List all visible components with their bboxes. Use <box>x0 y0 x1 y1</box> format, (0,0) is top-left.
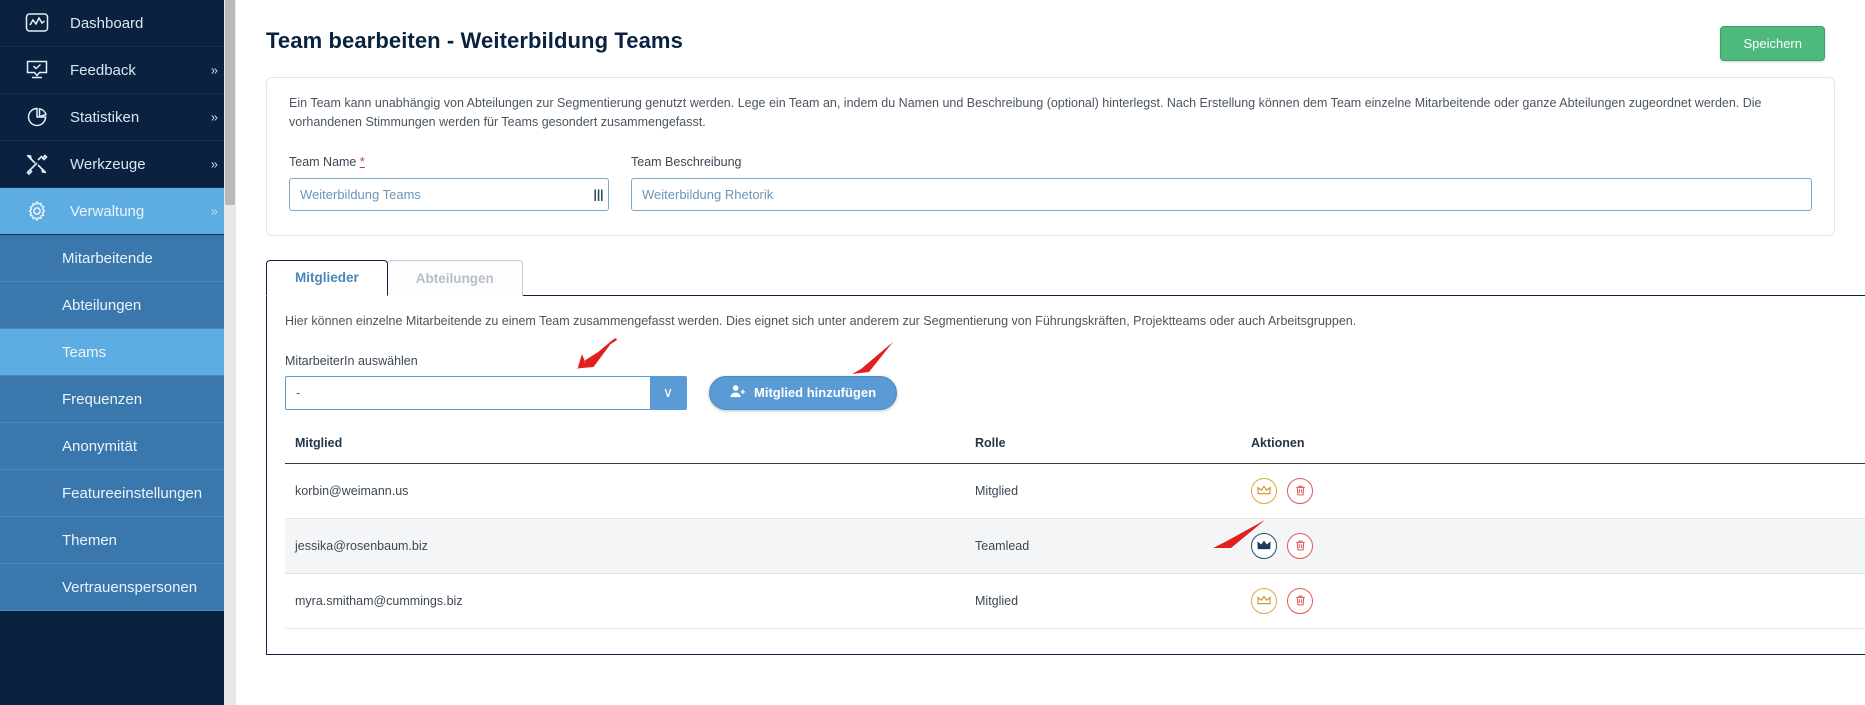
table-row: korbin@weimann.us Mitglied <box>285 463 1865 519</box>
cell-aktionen <box>1251 463 1865 519</box>
members-panel: Hier können einzelne Mitarbeitende zu ei… <box>266 294 1865 655</box>
sidebar-item-teams[interactable]: Teams <box>0 329 236 376</box>
sidebar-item-frequenzen[interactable]: Frequenzen <box>0 376 236 423</box>
sidebar-item-vertrauenspersonen[interactable]: Vertrauenspersonen <box>0 564 236 611</box>
row-actions <box>1251 532 1865 559</box>
sidebar-subitem-label: Frequenzen <box>62 390 143 408</box>
sidebar-item-themen[interactable]: Themen <box>0 517 236 564</box>
cell-aktionen <box>1251 518 1865 574</box>
column-header-rolle: Rolle <box>975 435 1251 464</box>
crown-icon[interactable] <box>1251 532 1277 559</box>
tab-mitglieder[interactable]: Mitglieder <box>266 259 388 296</box>
cell-rolle: Teamlead <box>975 518 1251 574</box>
member-select-value: - <box>296 385 301 401</box>
team-name-label-text: Team Name <box>289 154 357 169</box>
row-actions <box>1251 587 1865 614</box>
gear-icon <box>22 198 52 224</box>
scrollbar-thumb[interactable] <box>225 0 235 205</box>
team-description-value: Weiterbildung Rhetorik <box>642 186 774 202</box>
member-picker: MitarbeiterIn auswählen - ∨ <box>285 354 687 410</box>
sidebar-subitem-label: Abteilungen <box>62 296 142 314</box>
chevron-down-icon[interactable]: » <box>211 158 218 171</box>
members-table-head: Mitglied Rolle Aktionen <box>285 435 1865 464</box>
sidebar-item-label: Feedback <box>70 61 136 79</box>
table-header-row: Mitglied Rolle Aktionen <box>285 435 1865 464</box>
chevron-down-icon[interactable]: » <box>211 64 218 77</box>
table-row: jessika@rosenbaum.biz Teamlead <box>285 518 1865 574</box>
chevron-down-icon[interactable]: ∨ <box>650 376 686 409</box>
sidebar-item-mitarbeitende[interactable]: Mitarbeitende <box>0 235 236 282</box>
table-row: myra.smitham@cummings.biz Mitglied <box>285 573 1865 629</box>
sidebar-item-featureeinstellungen[interactable]: Featureeinstellungen <box>0 470 236 517</box>
sidebar-item-label: Werkzeuge <box>70 155 146 173</box>
crown-icon[interactable] <box>1251 477 1277 504</box>
sidebar-item-statistiken[interactable]: Statistiken » <box>0 94 236 141</box>
crown-icon[interactable] <box>1251 587 1277 614</box>
sidebar-subitem-label: Vertrauenspersonen <box>62 578 198 596</box>
member-picker-label: MitarbeiterIn auswählen <box>285 353 418 368</box>
trash-icon[interactable] <box>1287 477 1313 504</box>
sidebar-item-abteilungen[interactable]: Abteilungen <box>0 282 236 329</box>
sidebar-item-werkzeuge[interactable]: Werkzeuge » <box>0 141 236 188</box>
members-table-body: korbin@weimann.us Mitglied jessika@rosen… <box>285 463 1865 629</box>
team-fields: Team Name * Weiterbildung Teams ||| Team… <box>289 155 1812 211</box>
sidebar-subitem-label: Mitarbeitende <box>62 249 153 267</box>
members-panel-description: Hier können einzelne Mitarbeitende zu ei… <box>285 313 1357 328</box>
sidebar-item-dashboard[interactable]: Dashboard <box>0 0 236 47</box>
tab-bar: Mitglieder Abteilungen <box>266 259 1865 296</box>
column-header-aktionen: Aktionen <box>1251 435 1865 464</box>
cell-mitglied: myra.smitham@cummings.biz <box>285 573 975 629</box>
sidebar-subitem-label: Anonymität <box>62 437 138 455</box>
trash-icon[interactable] <box>1287 587 1313 614</box>
member-select[interactable]: - ∨ <box>285 375 687 410</box>
team-description-label: Team Beschreibung <box>631 154 742 169</box>
resize-grip-icon[interactable]: ||| <box>593 188 603 201</box>
sidebar-item-label: Dashboard <box>70 14 144 32</box>
chevron-down-icon[interactable]: » <box>211 111 218 124</box>
column-header-mitglied: Mitglied <box>285 435 975 464</box>
cell-rolle: Mitglied <box>975 573 1251 629</box>
sidebar: Dashboard Feedback » Statistiken » Werkz… <box>0 0 236 705</box>
team-description-input[interactable]: Weiterbildung Rhetorik <box>631 177 1812 211</box>
chevron-down-icon[interactable]: » <box>211 205 218 218</box>
sidebar-subitem-label: Featureeinstellungen <box>62 484 203 502</box>
team-name-input[interactable]: Weiterbildung Teams ||| <box>289 177 609 211</box>
team-info-card: Ein Team kann unabhängig von Abteilungen… <box>266 77 1835 236</box>
sidebar-scrollbar[interactable] <box>224 0 236 705</box>
sidebar-item-verwaltung[interactable]: Verwaltung » <box>0 188 236 235</box>
statistics-icon <box>22 104 52 130</box>
feedback-icon <box>22 57 52 83</box>
sidebar-item-label: Verwaltung <box>70 202 145 220</box>
tools-icon <box>22 151 52 177</box>
tab-abteilungen[interactable]: Abteilungen <box>386 259 523 296</box>
add-member-button[interactable]: Mitglied hinzufügen <box>709 375 898 410</box>
team-name-label: Team Name * <box>289 155 609 169</box>
member-picker-row: MitarbeiterIn auswählen - ∨ Mitglied hin… <box>285 354 1865 410</box>
team-name-field-group: Team Name * Weiterbildung Teams ||| <box>289 155 609 211</box>
row-actions <box>1251 477 1865 504</box>
add-member-button-label: Mitglied hinzufügen <box>754 385 877 401</box>
team-name-value: Weiterbildung Teams <box>300 186 421 202</box>
cell-mitglied: korbin@weimann.us <box>285 463 975 519</box>
app-root: Dashboard Feedback » Statistiken » Werkz… <box>0 0 1865 705</box>
main-content: Team bearbeiten - Weiterbildung Teams Sp… <box>236 0 1865 705</box>
team-tabs-section: Mitglieder Abteilungen Hier können einze… <box>266 259 1865 655</box>
trash-icon[interactable] <box>1287 532 1313 559</box>
required-marker: * <box>359 154 365 169</box>
team-description-field-group: Team Beschreibung Weiterbildung Rhetorik <box>631 155 1812 211</box>
sidebar-item-label: Statistiken <box>70 108 140 126</box>
sidebar-subitem-label: Themen <box>62 531 118 549</box>
add-person-icon <box>730 384 745 402</box>
dashboard-icon <box>22 10 52 36</box>
cell-aktionen <box>1251 573 1865 629</box>
cell-mitglied: jessika@rosenbaum.biz <box>285 518 975 574</box>
page-title: Team bearbeiten - Weiterbildung Teams <box>266 28 683 53</box>
sidebar-item-feedback[interactable]: Feedback » <box>0 47 236 94</box>
save-button[interactable]: Speichern <box>1720 26 1825 61</box>
sidebar-item-anonymitaet[interactable]: Anonymität <box>0 423 236 470</box>
sidebar-subitem-label: Teams <box>62 343 107 361</box>
members-table: Mitglied Rolle Aktionen korbin@weimann.u… <box>285 435 1865 629</box>
cell-rolle: Mitglied <box>975 463 1251 519</box>
team-info-description: Ein Team kann unabhängig von Abteilungen… <box>289 96 1762 130</box>
